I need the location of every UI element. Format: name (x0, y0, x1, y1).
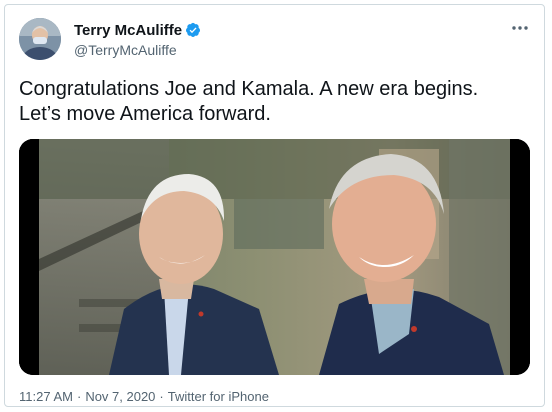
avatar[interactable] (19, 18, 61, 60)
tweet-source[interactable]: Twitter for iPhone (168, 389, 269, 404)
tweet-text: Congratulations Joe and Kamala. A new er… (19, 77, 529, 127)
tweet-text-line2: Let’s move America forward. (19, 103, 271, 125)
more-options-icon[interactable] (510, 21, 530, 35)
tweet-card: Terry McAuliffe @TerryMcAuliffe Congratu… (4, 4, 545, 407)
handle[interactable]: @TerryMcAuliffe (74, 42, 177, 58)
display-name[interactable]: Terry McAuliffe (74, 22, 201, 39)
meta-separator-2: · (159, 389, 164, 404)
meta-separator: · (76, 389, 82, 404)
tweet-photo[interactable] (19, 139, 530, 375)
tweet-text-line1: Congratulations Joe and Kamala. A new er… (19, 78, 479, 100)
verified-badge-icon (186, 22, 201, 38)
display-name-text: Terry McAuliffe (74, 22, 183, 39)
tweet-date[interactable]: Nov 7, 2020 (85, 389, 155, 404)
tweet-meta: 11:27 AM · Nov 7, 2020 · Twitter for iPhone (19, 389, 269, 404)
tweet-time[interactable]: 11:27 AM (19, 389, 73, 404)
